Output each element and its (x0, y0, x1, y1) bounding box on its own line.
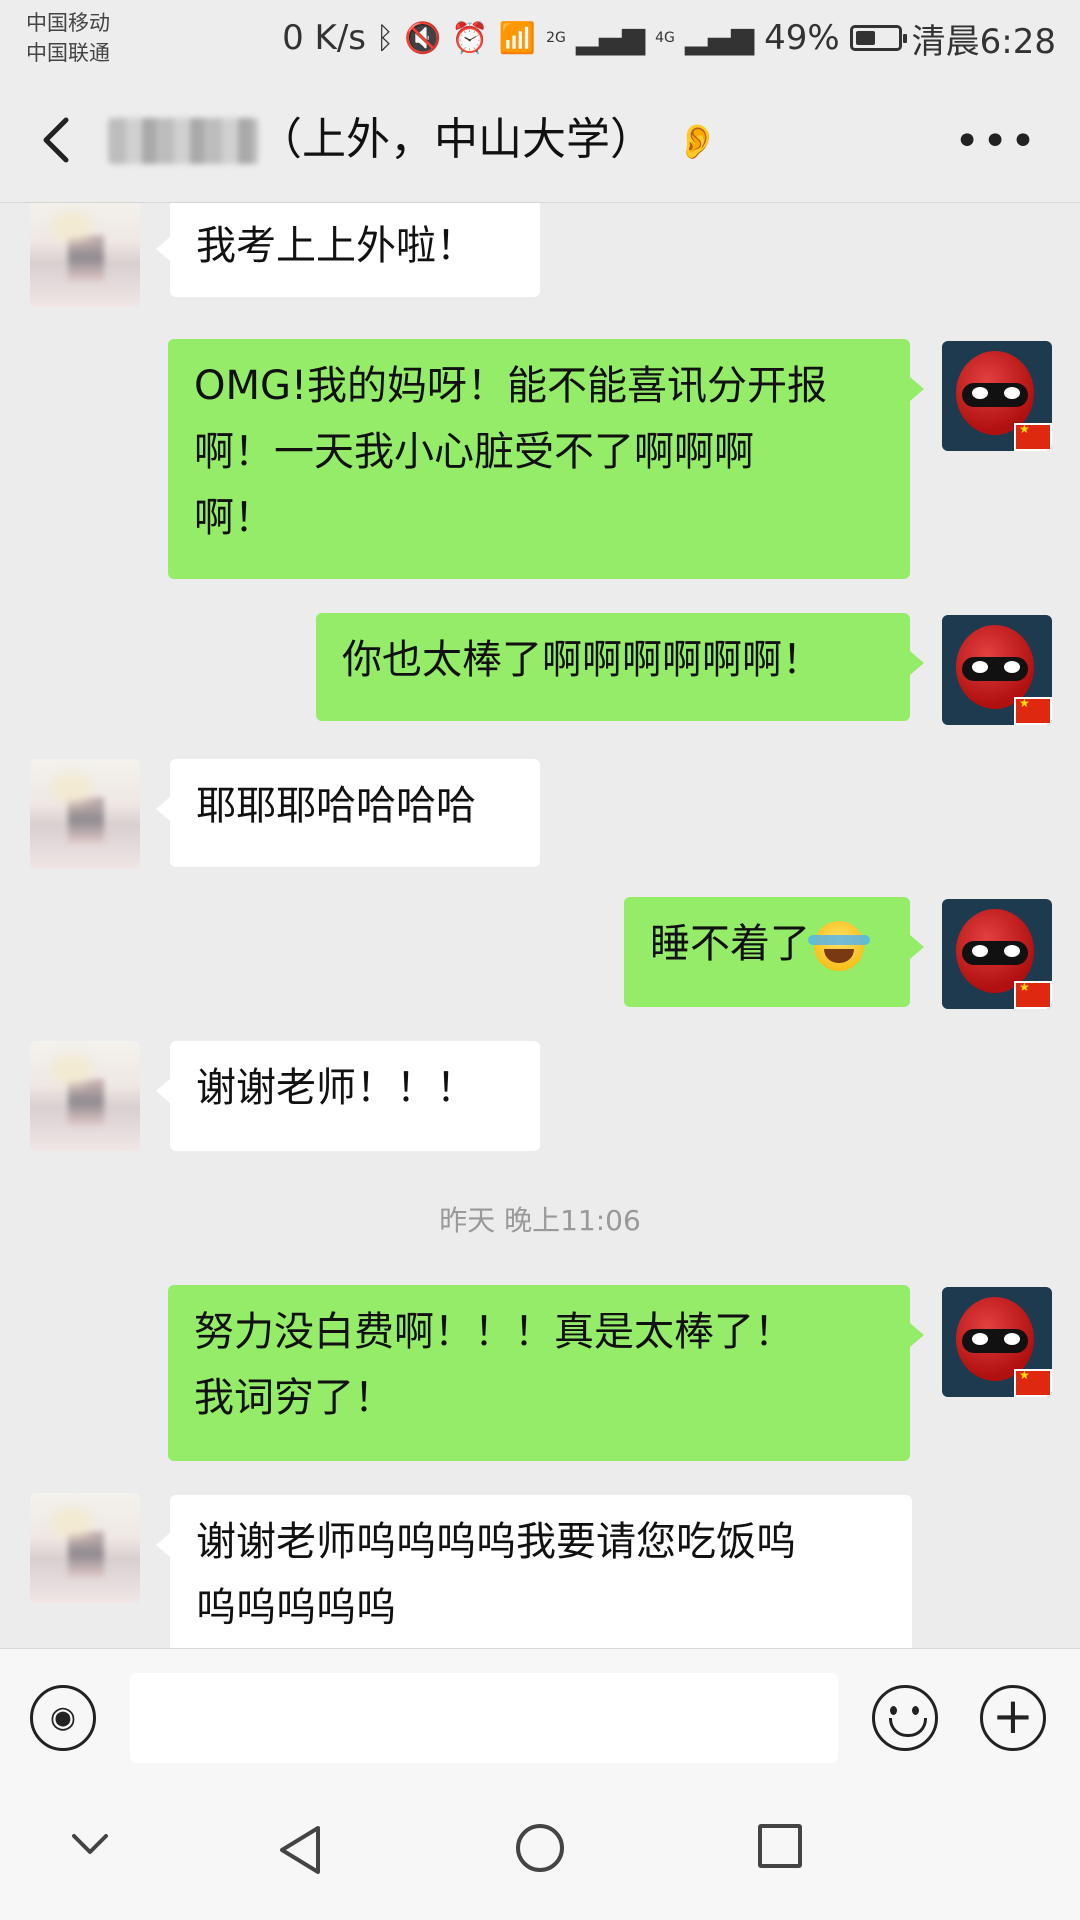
more-options-icon[interactable]: ••• (954, 116, 1038, 167)
nav-back-icon[interactable] (276, 1824, 324, 1876)
message-text: 睡不着了 (650, 921, 810, 967)
battery-percent: 49% (764, 18, 840, 58)
status-indicators: 0 K/s ᛒ 🔇 ⏰ 📶 2G ▂▄▆ 4G ▂▄▆ 49% 清晨6:28 (282, 14, 1056, 62)
mute-icon: 🔇 (404, 20, 442, 56)
contact-avatar[interactable] (30, 1493, 140, 1603)
signal-bars-icon: ▂▄▆ (575, 20, 646, 56)
message-input[interactable] (130, 1673, 838, 1763)
system-nav-bar (0, 1780, 1080, 1920)
clock: 清晨6:28 (911, 21, 1056, 62)
message-line: 呜呜呜呜呜 (196, 1585, 396, 1631)
chevron-down-icon[interactable] (70, 1824, 110, 1864)
voice-input-icon[interactable]: ◉ (30, 1685, 96, 1751)
chat-title: （上外，中山大学） (258, 114, 654, 165)
message-timestamp: 昨天 晚上11:06 (439, 1204, 641, 1237)
message-line: 啊！ (194, 495, 274, 541)
signal-4g-label: 4G (655, 30, 675, 46)
contact-avatar[interactable] (30, 203, 140, 307)
message-line: 努力没白费啊！！！真是太棒了！ (194, 1309, 794, 1355)
my-avatar[interactable] (942, 899, 1052, 1009)
message-line: 谢谢老师呜呜呜呜我要请您吃饭呜 (196, 1519, 796, 1565)
carrier-info: 中国移动 中国联通 (26, 8, 110, 68)
received-message[interactable]: 耶耶耶哈哈哈哈 (156, 759, 540, 867)
sent-message[interactable]: 努力没白费啊！！！真是太棒了！ 我词穷了！ (168, 1285, 924, 1461)
sent-message[interactable]: 睡不着了 (624, 897, 924, 1007)
bluetooth-icon: ᛒ (376, 20, 395, 56)
earpiece-mode-icon: 👂 (676, 122, 719, 162)
alarm-icon: ⏰ (451, 20, 489, 56)
emoji-picker-icon[interactable] (872, 1685, 938, 1751)
message-line: OMG!我的妈呀！能不能喜讯分开报 (194, 363, 828, 409)
sent-message[interactable]: OMG!我的妈呀！能不能喜讯分开报 啊！一天我小心脏受不了啊啊啊 啊！ (168, 339, 924, 579)
received-message[interactable]: 谢谢老师！！！ (156, 1041, 540, 1151)
contact-avatar[interactable] (30, 1041, 140, 1151)
china-flag-icon (1014, 422, 1052, 451)
battery-icon (849, 25, 907, 51)
input-bar: ◉ + (0, 1648, 1080, 1781)
china-flag-icon (1014, 1368, 1052, 1397)
contact-avatar[interactable] (30, 759, 140, 869)
received-message[interactable]: 我考上上外啦！ (156, 203, 540, 297)
nav-home-icon[interactable] (516, 1824, 564, 1872)
carrier-2: 中国联通 (26, 41, 110, 65)
signal-2g-label: 2G (546, 30, 566, 46)
my-avatar[interactable] (942, 615, 1052, 725)
received-message[interactable]: 谢谢老师呜呜呜呜我要请您吃饭呜 呜呜呜呜呜 (156, 1495, 912, 1648)
message-line: 啊！一天我小心脏受不了啊啊啊 (194, 429, 754, 475)
my-avatar[interactable] (942, 341, 1052, 451)
signal-bars-icon: ▂▄▆ (684, 20, 755, 56)
sent-message[interactable]: 你也太棒了啊啊啊啊啊啊！ (316, 613, 924, 721)
message-list[interactable]: 我考上上外啦！ OMG!我的妈呀！能不能喜讯分开报 啊！一天我小心脏受不了啊啊啊… (0, 203, 1080, 1648)
wifi-icon: 📶 (498, 20, 537, 56)
laughing-crying-emoji-icon (808, 921, 870, 971)
china-flag-icon (1014, 696, 1052, 725)
nav-recent-apps-icon[interactable] (758, 1824, 802, 1868)
blurred-contact-name (108, 118, 258, 164)
status-bar: 中国移动 中国联通 0 K/s ᛒ 🔇 ⏰ 📶 2G ▂▄▆ 4G ▂▄▆ 49… (0, 0, 1080, 78)
carrier-1: 中国移动 (26, 11, 110, 35)
china-flag-icon (1014, 980, 1052, 1009)
my-avatar[interactable] (942, 1287, 1052, 1397)
chat-header: （上外，中山大学） 👂 ••• (0, 78, 1080, 203)
back-arrow-icon[interactable] (36, 114, 80, 166)
message-line: 我词穷了！ (194, 1375, 394, 1421)
add-more-icon[interactable]: + (980, 1685, 1046, 1751)
network-speed: 0 K/s (282, 18, 367, 58)
